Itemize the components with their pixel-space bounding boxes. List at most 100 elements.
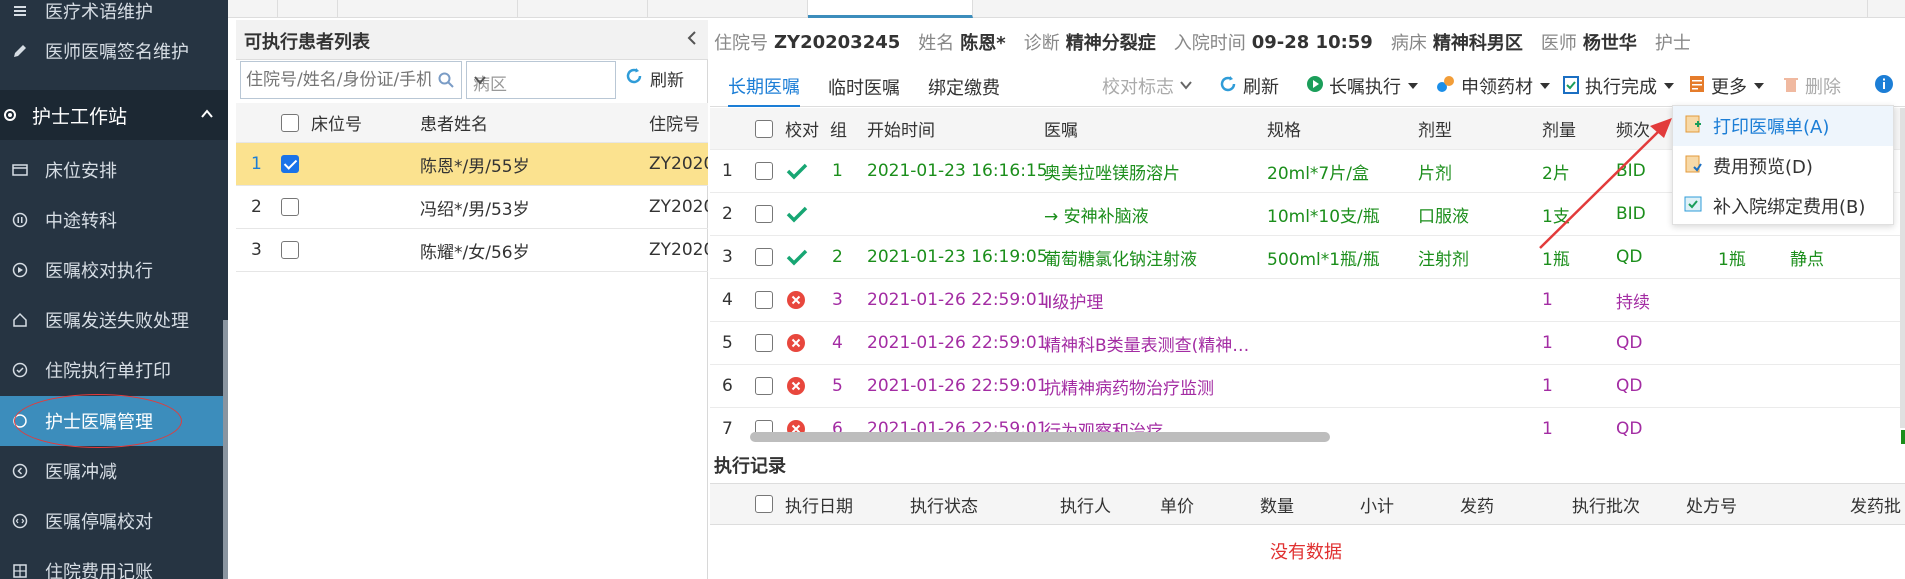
name-value: 陈恩* (960, 33, 1006, 54)
checkbox[interactable] (755, 334, 773, 352)
sidebar-section-nurse-station[interactable]: 护士工作站 (0, 90, 228, 140)
apply-drug-button[interactable]: 申领药材 (1436, 67, 1550, 105)
row-extra2: 静点 (1790, 249, 1824, 270)
col-spec: 规格 (1267, 121, 1301, 141)
col-order: 医嘱 (1044, 121, 1078, 141)
delete-button[interactable]: 删除 (1782, 67, 1841, 105)
row-order: Ⅱ级护理 (1044, 292, 1104, 313)
checkbox[interactable] (281, 113, 299, 132)
orders-vertical-scrollbar[interactable] (1900, 108, 1905, 428)
patient-refresh-button[interactable]: 刷新 (624, 66, 684, 91)
chevron-left-icon[interactable] (686, 30, 698, 51)
table-row[interactable]: 3 陈耀*/女/56岁 ZY2020 (236, 229, 708, 272)
refresh-button[interactable]: 刷新 (1218, 67, 1279, 105)
apply-drug-label: 申领药材 (1461, 77, 1533, 98)
tab-temporary-orders[interactable]: 临时医嘱 (828, 67, 900, 107)
row-checkbox[interactable] (755, 150, 773, 192)
tab-fragment[interactable] (338, 0, 518, 18)
caret-down-icon (1408, 83, 1418, 89)
sidebar-scrollbar[interactable] (223, 320, 228, 579)
checkbox[interactable] (755, 248, 773, 266)
sidebar-item-label: 住院执行单打印 (45, 361, 171, 382)
sidebar-item-nurse-orders[interactable]: 护士医嘱管理 (0, 396, 228, 446)
row-checkbox[interactable] (755, 236, 773, 278)
tab-fragment-active[interactable] (808, 0, 973, 18)
row-name: 陈耀*/女/56岁 (420, 242, 530, 263)
table-row[interactable]: 3 2 2021-01-23 16:19:05 葡萄糖氯化钠注射液 500ml*1瓶/瓶… (710, 236, 1905, 279)
header-checkbox[interactable] (281, 103, 299, 142)
verify-flag-select[interactable]: 校对标志 (1102, 67, 1193, 105)
checkbox[interactable] (755, 119, 773, 138)
refresh-label: 刷新 (650, 71, 684, 91)
row-checkbox[interactable] (281, 186, 299, 228)
table-row[interactable]: 2 冯绍*/男/53岁 ZY2020 (236, 186, 708, 229)
row-dose: 1 (1542, 290, 1553, 310)
col-dispense: 发药 (1460, 496, 1494, 517)
sidebar-item-transfer[interactable]: 中途转科 (0, 195, 228, 245)
sidebar-item-send-fail[interactable]: 医嘱发送失败处理 (0, 295, 228, 345)
long-order-exec-button[interactable]: 长嘱执行 (1306, 67, 1418, 105)
table-row[interactable]: 6 5 2021-01-26 22:59:01 抗精神病药物治疗监测 1 QD (710, 365, 1905, 408)
table-row[interactable]: 5 4 2021-01-26 22:59:01 精神科B类量表测查(精神… 1 QD (710, 322, 1905, 365)
row-checkbox[interactable] (281, 229, 299, 271)
menu-item-fee-preview[interactable]: 费用预览(D) (1673, 146, 1893, 186)
sidebar-item-billing[interactable]: 住院费用记账 (0, 546, 228, 579)
sidebar-item-stop-verify[interactable]: 医嘱停嘱校对 (0, 496, 228, 546)
col-freq: 频次 (1616, 121, 1650, 141)
sidebar-item-offset[interactable]: 医嘱冲减 (0, 446, 228, 496)
row-checkbox[interactable] (281, 143, 299, 185)
menu-item-print-orders[interactable]: 打印医嘱单(A) (1673, 106, 1893, 146)
more-button[interactable]: 更多 (1688, 67, 1764, 105)
search-icon[interactable] (437, 71, 455, 94)
tab-bind-payment[interactable]: 绑定缴费 (928, 67, 1000, 107)
row-group: 5 (832, 376, 843, 396)
row-checkbox[interactable] (755, 322, 773, 364)
tab-fragment[interactable] (518, 0, 648, 18)
checkbox-checked[interactable] (281, 155, 299, 173)
sidebar-item-print-exec[interactable]: 住院执行单打印 (0, 345, 228, 395)
checkbox[interactable] (755, 205, 773, 223)
row-checkbox[interactable] (755, 279, 773, 321)
doctor-label: 医师 (1540, 33, 1577, 54)
ward-select[interactable]: 病区 (466, 61, 616, 99)
orders-horizontal-scrollbar[interactable] (750, 432, 1330, 442)
info-button[interactable] (1874, 67, 1894, 105)
patient-search-input[interactable] (240, 61, 462, 99)
row-checkbox[interactable] (755, 193, 773, 235)
sidebar-item-doctor-sign[interactable]: 医师医嘱签名维护 (0, 26, 228, 76)
row-freq: BID (1616, 204, 1646, 224)
col-prescription-no: 处方号 (1686, 496, 1737, 517)
tab-fragment[interactable] (1808, 0, 1868, 18)
row-order: 葡萄糖氯化钠注射液 (1044, 249, 1197, 270)
order-toolbar: 长期医嘱 临时医嘱 绑定缴费 校对标志 刷新 长嘱执行 申领药材 执行完成 更多… (710, 67, 1905, 107)
tab-long-term-orders[interactable]: 长期医嘱 (728, 67, 800, 107)
col-verify: 校对 (785, 121, 819, 141)
header-checkbox[interactable] (755, 108, 773, 149)
row-name: 陈恩*/男/55岁 (420, 156, 530, 177)
sidebar-item-order-verify[interactable]: 医嘱校对执行 (0, 245, 228, 295)
tab-fragment[interactable] (228, 0, 278, 18)
tab-fragment[interactable] (648, 0, 808, 18)
sidebar-item-bed[interactable]: 床位安排 (0, 145, 228, 195)
page-tab-strip (228, 0, 1905, 18)
checkbox[interactable] (755, 162, 773, 180)
menu-item-add-admission-fee[interactable]: 补入院绑定费用(B) (1673, 186, 1893, 226)
checkbox[interactable] (281, 198, 299, 216)
add-fee-icon (1683, 194, 1703, 219)
checkbox[interactable] (755, 495, 773, 513)
table-row[interactable]: 1 陈恩*/男/55岁 ZY2020 (236, 143, 708, 186)
row-inpatient: ZY2020 (649, 240, 708, 260)
tab-fragment[interactable] (278, 0, 338, 18)
checkbox[interactable] (755, 377, 773, 395)
checkbox[interactable] (755, 291, 773, 309)
sidebar-item-label: 住院费用记账 (45, 562, 153, 579)
header-checkbox[interactable] (755, 484, 773, 524)
table-row[interactable]: 4 3 2021-01-26 22:59:01 Ⅱ级护理 1 持续 (710, 279, 1905, 322)
doctor-value: 杨世华 (1582, 33, 1637, 54)
row-checkbox[interactable] (755, 365, 773, 407)
patient-search-field[interactable] (241, 62, 431, 98)
exec-done-button[interactable]: 执行完成 (1562, 67, 1674, 105)
row-dose: 1 (1542, 333, 1553, 353)
checkbox[interactable] (281, 241, 299, 259)
more-doc-icon (1688, 74, 1706, 99)
